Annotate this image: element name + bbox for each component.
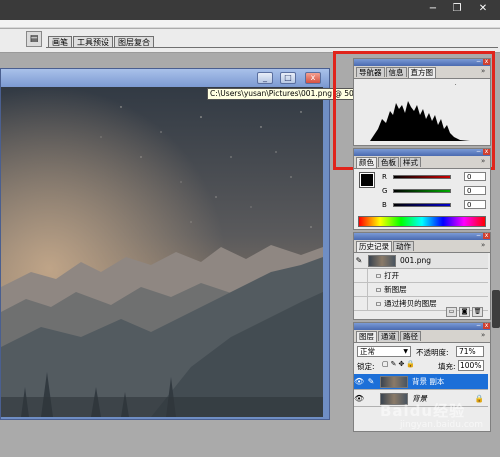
fill-value: 100% bbox=[460, 361, 482, 370]
layer-thumbnail bbox=[380, 375, 408, 388]
color-spectrum-ramp[interactable] bbox=[358, 216, 486, 227]
fill-label: 填充: bbox=[438, 362, 456, 371]
lock-position-icon[interactable]: ✥ bbox=[399, 360, 405, 368]
blend-mode-value: 正常 bbox=[360, 347, 375, 356]
tab-swatches[interactable]: 色板 bbox=[378, 157, 399, 167]
blue-slider[interactable] bbox=[393, 202, 451, 207]
lock-pixels-icon[interactable]: ✎ bbox=[391, 360, 397, 368]
lock-transparency-icon[interactable]: ▢ bbox=[382, 360, 389, 368]
tab-actions[interactable]: 动作 bbox=[393, 241, 414, 251]
red-slider[interactable] bbox=[393, 174, 451, 179]
green-slider[interactable] bbox=[393, 188, 451, 193]
document-image[interactable] bbox=[1, 87, 323, 417]
color-panel-minimize-icon[interactable]: − bbox=[475, 149, 482, 155]
history-item-label: 通过拷贝的图层 bbox=[384, 299, 437, 308]
new-document-icon[interactable]: ▭ bbox=[446, 307, 457, 317]
opacity-value: 71% bbox=[459, 347, 476, 356]
green-label: G bbox=[382, 186, 388, 195]
watermark-url: jingyan.baidu.com bbox=[400, 420, 484, 430]
history-panel-title-bar[interactable]: − x bbox=[354, 233, 490, 240]
history-item[interactable]: ▫ 打开 bbox=[354, 269, 488, 283]
history-item-icon: ▫ bbox=[376, 271, 382, 280]
snapshot-name: 001.png bbox=[400, 256, 431, 265]
layer-name: 背景 副本 bbox=[412, 377, 445, 386]
foreground-color-swatch[interactable] bbox=[359, 172, 375, 188]
opacity-label: 不透明度: bbox=[416, 348, 449, 357]
tab-channels[interactable]: 通道 bbox=[378, 331, 399, 341]
history-panel-menu-icon[interactable]: » bbox=[481, 241, 485, 249]
opacity-field[interactable]: 71% bbox=[456, 346, 484, 357]
layer-visibility-eye-icon[interactable]: 👁 bbox=[354, 394, 364, 403]
blend-mode-select[interactable]: 正常 ▼ bbox=[357, 346, 411, 357]
close-window-button[interactable]: ✕ bbox=[475, 2, 491, 16]
doc-maximize-button[interactable]: □ bbox=[280, 72, 296, 84]
snapshot-brush-icon[interactable]: ✎ bbox=[354, 256, 364, 265]
app-title-bar: − ❐ ✕ bbox=[0, 0, 500, 20]
doc-minimize-button[interactable]: _ bbox=[257, 72, 273, 84]
history-item-icon: ▫ bbox=[376, 299, 382, 308]
history-item-icon: ▫ bbox=[376, 285, 382, 294]
red-row: R 0 bbox=[382, 172, 486, 181]
layers-panel-title-bar[interactable]: − x bbox=[354, 323, 490, 330]
layer-row-selected[interactable]: 👁 ✎ 背景 副本 bbox=[354, 374, 488, 390]
restore-window-button[interactable]: ❐ bbox=[449, 2, 465, 16]
history-item-label: 新图层 bbox=[384, 285, 407, 294]
tab-paths[interactable]: 路径 bbox=[400, 331, 421, 341]
history-item[interactable]: ▫ 新图层 bbox=[354, 283, 488, 297]
menu-bar bbox=[0, 20, 500, 28]
fill-field[interactable]: 100% bbox=[458, 360, 484, 371]
layers-panel-menu-icon[interactable]: » bbox=[481, 331, 485, 339]
history-panel-close-icon[interactable]: x bbox=[483, 233, 490, 239]
palette-well-icon[interactable]: ▤ bbox=[26, 31, 42, 47]
tab-history[interactable]: 历史记录 bbox=[356, 241, 392, 252]
green-row: G 0 bbox=[382, 186, 486, 195]
color-panel-tabs: 颜色 色板 样式 bbox=[356, 157, 421, 168]
document-title-bar[interactable]: _ □ x bbox=[1, 69, 329, 87]
doc-close-button[interactable]: x bbox=[305, 72, 321, 84]
minimize-window-button[interactable]: − bbox=[425, 2, 441, 16]
history-panel-tabs: 历史记录 动作 bbox=[356, 241, 414, 252]
delete-icon[interactable]: 🗑 bbox=[472, 307, 483, 317]
tab-layers[interactable]: 图层 bbox=[356, 331, 377, 342]
color-panel: − x 颜色 色板 样式 » R 0 G 0 B 0 bbox=[353, 148, 491, 230]
side-collapse-handle[interactable] bbox=[492, 290, 500, 328]
blue-row: B 0 bbox=[382, 200, 486, 209]
lock-buttons: ▢ ✎ ✥ 🔒 bbox=[382, 360, 415, 368]
color-panel-menu-icon[interactable]: » bbox=[481, 157, 485, 165]
lock-all-icon[interactable]: 🔒 bbox=[406, 360, 415, 368]
layer-brush-icon: ✎ bbox=[367, 377, 375, 386]
tab-styles[interactable]: 样式 bbox=[400, 157, 421, 167]
blue-value-field[interactable]: 0 bbox=[464, 200, 486, 209]
history-buttons: ▭ ◙ 🗑 bbox=[446, 307, 483, 317]
color-panel-title-bar[interactable]: − x bbox=[354, 149, 490, 156]
blue-label: B bbox=[382, 200, 387, 209]
red-value-field[interactable]: 0 bbox=[464, 172, 486, 181]
history-panel: − x 历史记录 动作 » ✎ 001.png ▫ 打开 ▫ 新图层 ▫ 通过拷… bbox=[353, 232, 491, 320]
tab-color[interactable]: 颜色 bbox=[356, 157, 377, 168]
new-snapshot-icon[interactable]: ◙ bbox=[459, 307, 470, 317]
red-label: R bbox=[382, 172, 387, 181]
layers-panel-minimize-icon[interactable]: − bbox=[475, 323, 482, 329]
color-panel-close-icon[interactable]: x bbox=[483, 149, 490, 155]
history-item-label: 打开 bbox=[384, 271, 400, 280]
history-panel-minimize-icon[interactable]: − bbox=[475, 233, 482, 239]
color-body: R 0 G 0 B 0 bbox=[354, 168, 490, 229]
layers-panel-close-icon[interactable]: x bbox=[483, 323, 490, 329]
chevron-down-icon: ▼ bbox=[403, 348, 408, 355]
green-value-field[interactable]: 0 bbox=[464, 186, 486, 195]
lock-label: 锁定: bbox=[357, 362, 375, 371]
layer-visibility-eye-icon[interactable]: 👁 bbox=[354, 377, 364, 386]
document-window: _ □ x bbox=[0, 68, 330, 420]
snapshot-thumbnail bbox=[368, 254, 396, 267]
mountain-photo bbox=[1, 87, 323, 417]
layers-panel-tabs: 图层 通道 路径 bbox=[356, 331, 421, 342]
history-snapshot[interactable]: ✎ 001.png bbox=[354, 253, 488, 269]
layer-lock-icon: 🔒 bbox=[474, 394, 484, 403]
watermark-logo: Baidu经验 bbox=[380, 402, 466, 420]
